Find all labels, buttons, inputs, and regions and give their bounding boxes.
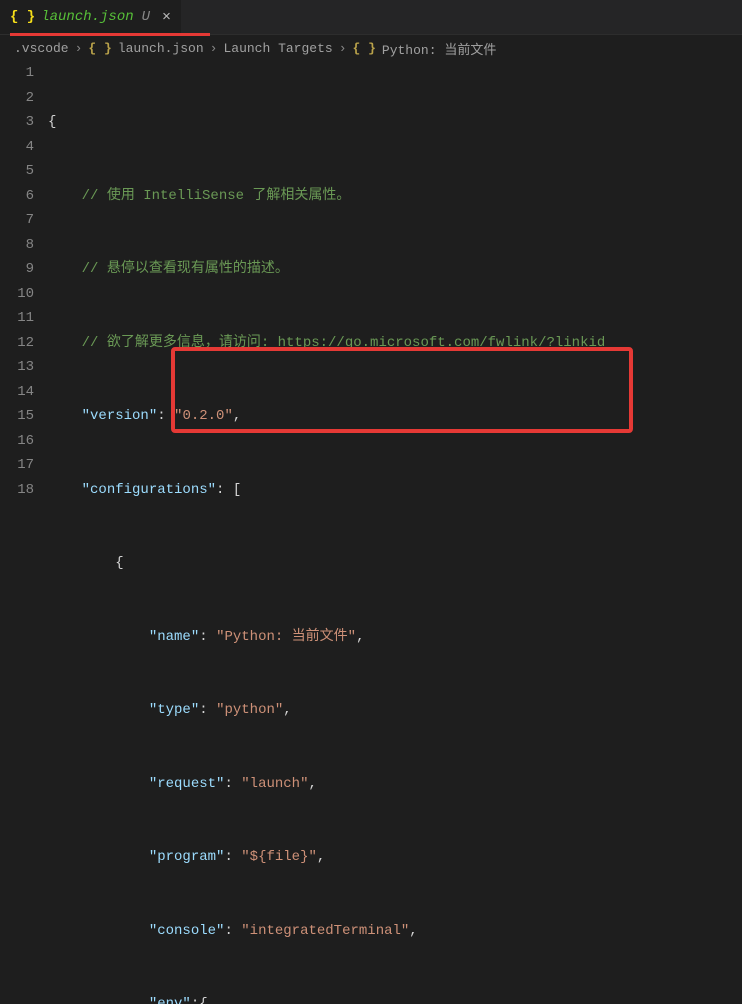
line-number: 13 — [0, 355, 34, 380]
line-number: 9 — [0, 257, 34, 282]
code-line: { — [48, 110, 742, 135]
json-brace-icon: { } — [353, 41, 376, 56]
line-number: 7 — [0, 208, 34, 233]
close-icon[interactable]: × — [162, 10, 171, 25]
line-number-gutter: 1 2 3 4 5 6 7 8 9 10 11 12 13 14 15 16 1… — [0, 61, 48, 1004]
line-number: 12 — [0, 331, 34, 356]
line-number: 10 — [0, 282, 34, 307]
tab-git-status: U — [142, 9, 150, 25]
code-line: "program": "${file}", — [48, 845, 742, 870]
breadcrumb-item[interactable]: Python: 当前文件 — [382, 39, 496, 58]
code-line: { — [48, 551, 742, 576]
line-number: 6 — [0, 184, 34, 209]
line-number: 18 — [0, 478, 34, 503]
breadcrumb-item[interactable]: launch.json — [118, 41, 204, 56]
code-line: "console": "integratedTerminal", — [48, 919, 742, 944]
line-number: 5 — [0, 159, 34, 184]
code-line: // 欲了解更多信息，请访问: https://go.microsoft.com… — [48, 331, 742, 356]
line-number: 16 — [0, 429, 34, 454]
code-area[interactable]: { // 使用 IntelliSense 了解相关属性。 // 悬停以查看现有属… — [48, 61, 742, 1004]
line-number: 11 — [0, 306, 34, 331]
breadcrumb-item[interactable]: .vscode — [14, 41, 69, 56]
line-number: 2 — [0, 86, 34, 111]
line-number: 8 — [0, 233, 34, 258]
breadcrumb-item[interactable]: Launch Targets — [223, 41, 332, 56]
json-file-icon: { } — [88, 41, 111, 56]
chevron-right-icon: › — [339, 41, 347, 56]
line-number: 15 — [0, 404, 34, 429]
code-line: "version": "0.2.0", — [48, 404, 742, 429]
line-number: 4 — [0, 135, 34, 160]
json-file-icon: { } — [10, 9, 35, 25]
code-line: "type": "python", — [48, 698, 742, 723]
chevron-right-icon: › — [210, 41, 218, 56]
code-line: // 使用 IntelliSense 了解相关属性。 — [48, 184, 742, 209]
line-number: 17 — [0, 453, 34, 478]
code-line: "env":{ — [48, 992, 742, 1004]
tab-bar: { } launch.json U × — [0, 0, 742, 35]
code-line: "name": "Python: 当前文件", — [48, 625, 742, 650]
chevron-right-icon: › — [75, 41, 83, 56]
code-line: // 悬停以查看现有属性的描述。 — [48, 257, 742, 282]
tab-launch-json[interactable]: { } launch.json U × — [0, 0, 182, 34]
tab-filename: launch.json — [41, 9, 133, 25]
line-number: 14 — [0, 380, 34, 405]
breadcrumb[interactable]: .vscode › { } launch.json › Launch Targe… — [0, 35, 742, 61]
code-line: "request": "launch", — [48, 772, 742, 797]
annotation-underline — [10, 33, 210, 36]
code-line: "configurations": [ — [48, 478, 742, 503]
line-number: 1 — [0, 61, 34, 86]
line-number: 3 — [0, 110, 34, 135]
code-editor[interactable]: 1 2 3 4 5 6 7 8 9 10 11 12 13 14 15 16 1… — [0, 61, 742, 1004]
